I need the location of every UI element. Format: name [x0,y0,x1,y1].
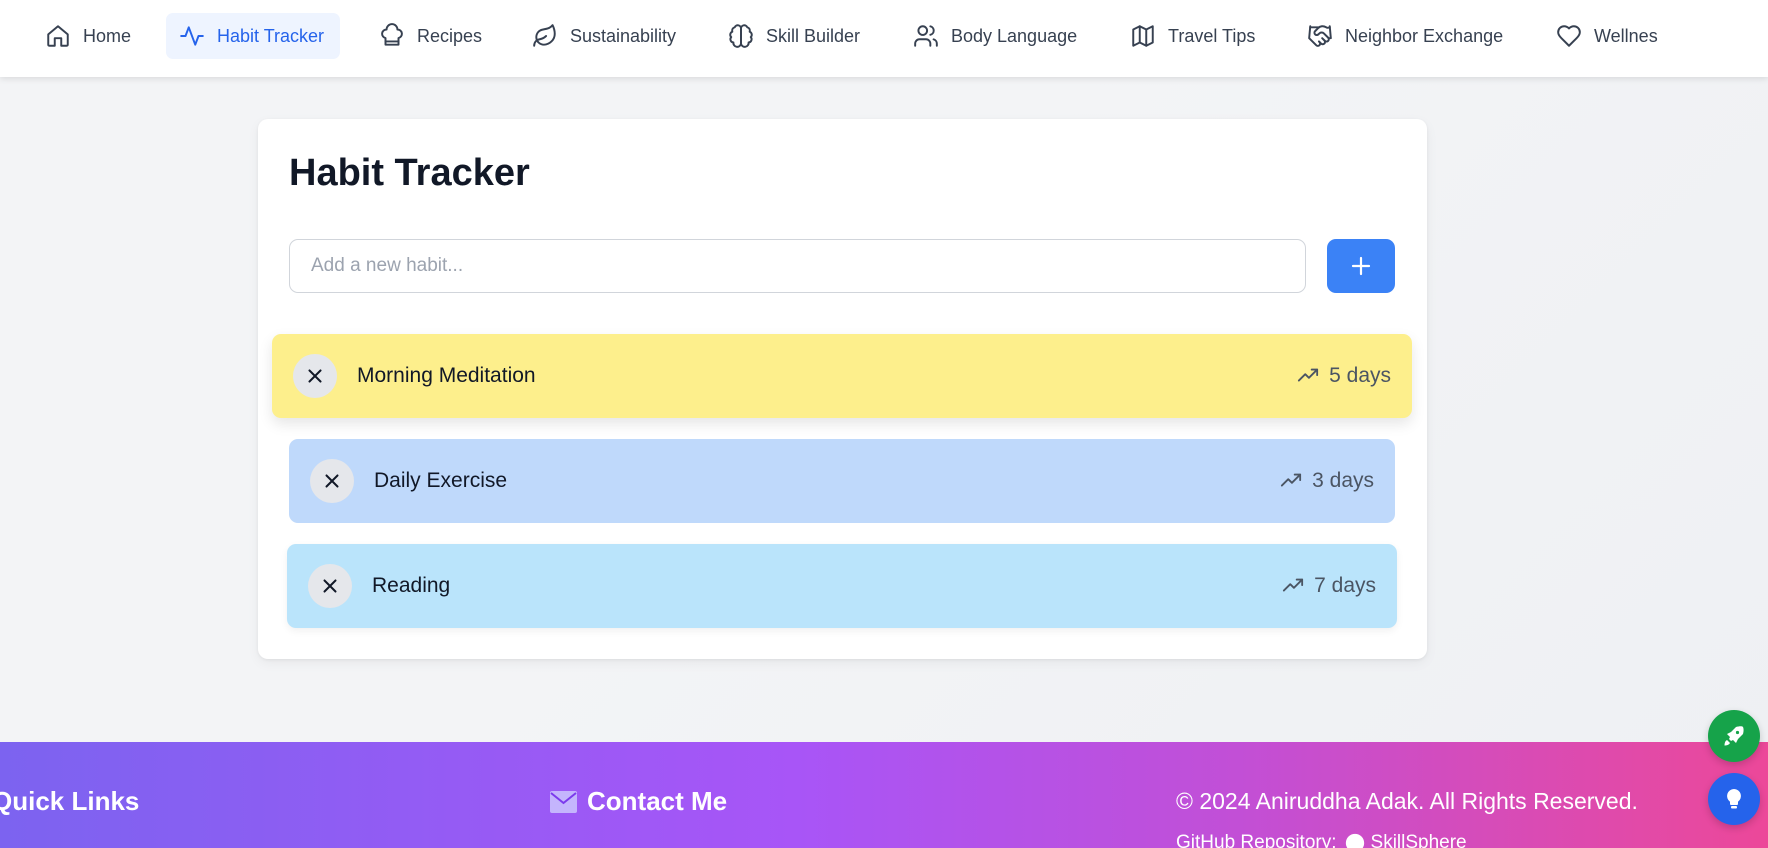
footer-copyright: © 2024 Aniruddha Adak. All Rights Reserv… [1176,788,1638,814]
heart-icon [1556,23,1582,49]
habit-streak: 7 days [1282,574,1376,598]
brain-icon [728,23,754,49]
map-icon [1130,23,1156,49]
rocket-fab-button[interactable] [1708,710,1760,762]
nav-item-home[interactable]: Home [32,13,147,59]
handshake-icon [1307,23,1333,49]
nav-label-sustainability: Sustainability [570,25,677,46]
new-habit-input[interactable] [289,239,1306,293]
habit-streak: 5 days [1297,364,1391,388]
trending-up-icon [1280,470,1312,492]
nav-items: Home Habit Tracker Recipes Sustainabilit… [0,0,1658,77]
streak-value: 3 days [1312,469,1374,492]
nav-item-neighbor-exchange[interactable]: Neighbor Exchange [1294,13,1519,59]
leaf-icon [532,23,558,49]
nav-label-neighbor-exchange: Neighbor Exchange [1345,25,1504,46]
footer-contact-heading: Contact Me [550,786,727,817]
remove-habit-button[interactable] [310,459,354,503]
habit-row[interactable]: Morning Meditation 5 days [272,334,1412,418]
remove-habit-button[interactable] [293,354,337,398]
nav-item-body-language[interactable]: Body Language [900,13,1093,59]
habit-tracker-card: Habit Tracker Morning Meditation 5 days … [258,119,1427,659]
nav-item-sustainability[interactable]: Sustainability [519,13,692,59]
habit-streak: 3 days [1280,469,1374,493]
streak-value: 5 days [1329,364,1391,387]
nav-item-travel-tips[interactable]: Travel Tips [1117,13,1271,59]
habit-name: Daily Exercise [374,469,508,492]
habit-row[interactable]: Daily Exercise 3 days [289,439,1395,523]
habit-name: Morning Meditation [357,364,536,387]
users-icon [913,23,939,49]
nav-label-recipes: Recipes [417,25,483,46]
page-title: Habit Tracker [289,152,530,194]
footer-contact-label: Contact Me [587,786,728,816]
footer-repo-link[interactable]: SkillSphere [1371,832,1467,848]
nav-label-body-language: Body Language [951,25,1078,46]
close-icon [321,470,343,492]
top-nav: Home Habit Tracker Recipes Sustainabilit… [0,0,1768,77]
envelope-icon [550,790,587,813]
chef-hat-icon [379,23,405,49]
streak-value: 7 days [1314,574,1376,597]
footer-repo-label: GitHub Repository: [1176,832,1337,848]
remove-habit-button[interactable] [308,564,352,608]
nav-label-home: Home [83,25,132,46]
idea-fab-button[interactable] [1708,773,1760,825]
rocket-icon [1722,724,1746,748]
close-icon [304,365,326,387]
nav-item-wellness[interactable]: Wellness [1543,13,1658,59]
nav-item-skill-builder[interactable]: Skill Builder [715,13,876,59]
nav-label-habit-tracker: Habit Tracker [217,25,325,46]
home-icon [45,23,71,49]
nav-label-wellness: Wellness [1594,25,1658,46]
plus-icon [1349,254,1373,278]
activity-icon [179,23,205,49]
site-footer: Quick Links Contact Me © 2024 Aniruddha … [0,742,1768,848]
nav-item-habit-tracker[interactable]: Habit Tracker [166,13,341,59]
nav-label-skill-builder: Skill Builder [766,25,861,46]
close-icon [319,575,341,597]
lightbulb-icon [1722,787,1746,811]
habit-name: Reading [372,574,451,597]
add-habit-button[interactable] [1327,239,1395,293]
trending-up-icon [1282,575,1314,597]
footer-quick-links-heading: Quick Links [0,786,140,816]
nav-item-recipes[interactable]: Recipes [366,13,498,59]
nav-label-travel-tips: Travel Tips [1168,25,1256,46]
footer-repo: GitHub Repository: SkillSphere [1176,832,1467,848]
trending-up-icon [1297,365,1329,387]
habit-row[interactable]: Reading 7 days [287,544,1397,628]
github-icon [1337,833,1371,848]
